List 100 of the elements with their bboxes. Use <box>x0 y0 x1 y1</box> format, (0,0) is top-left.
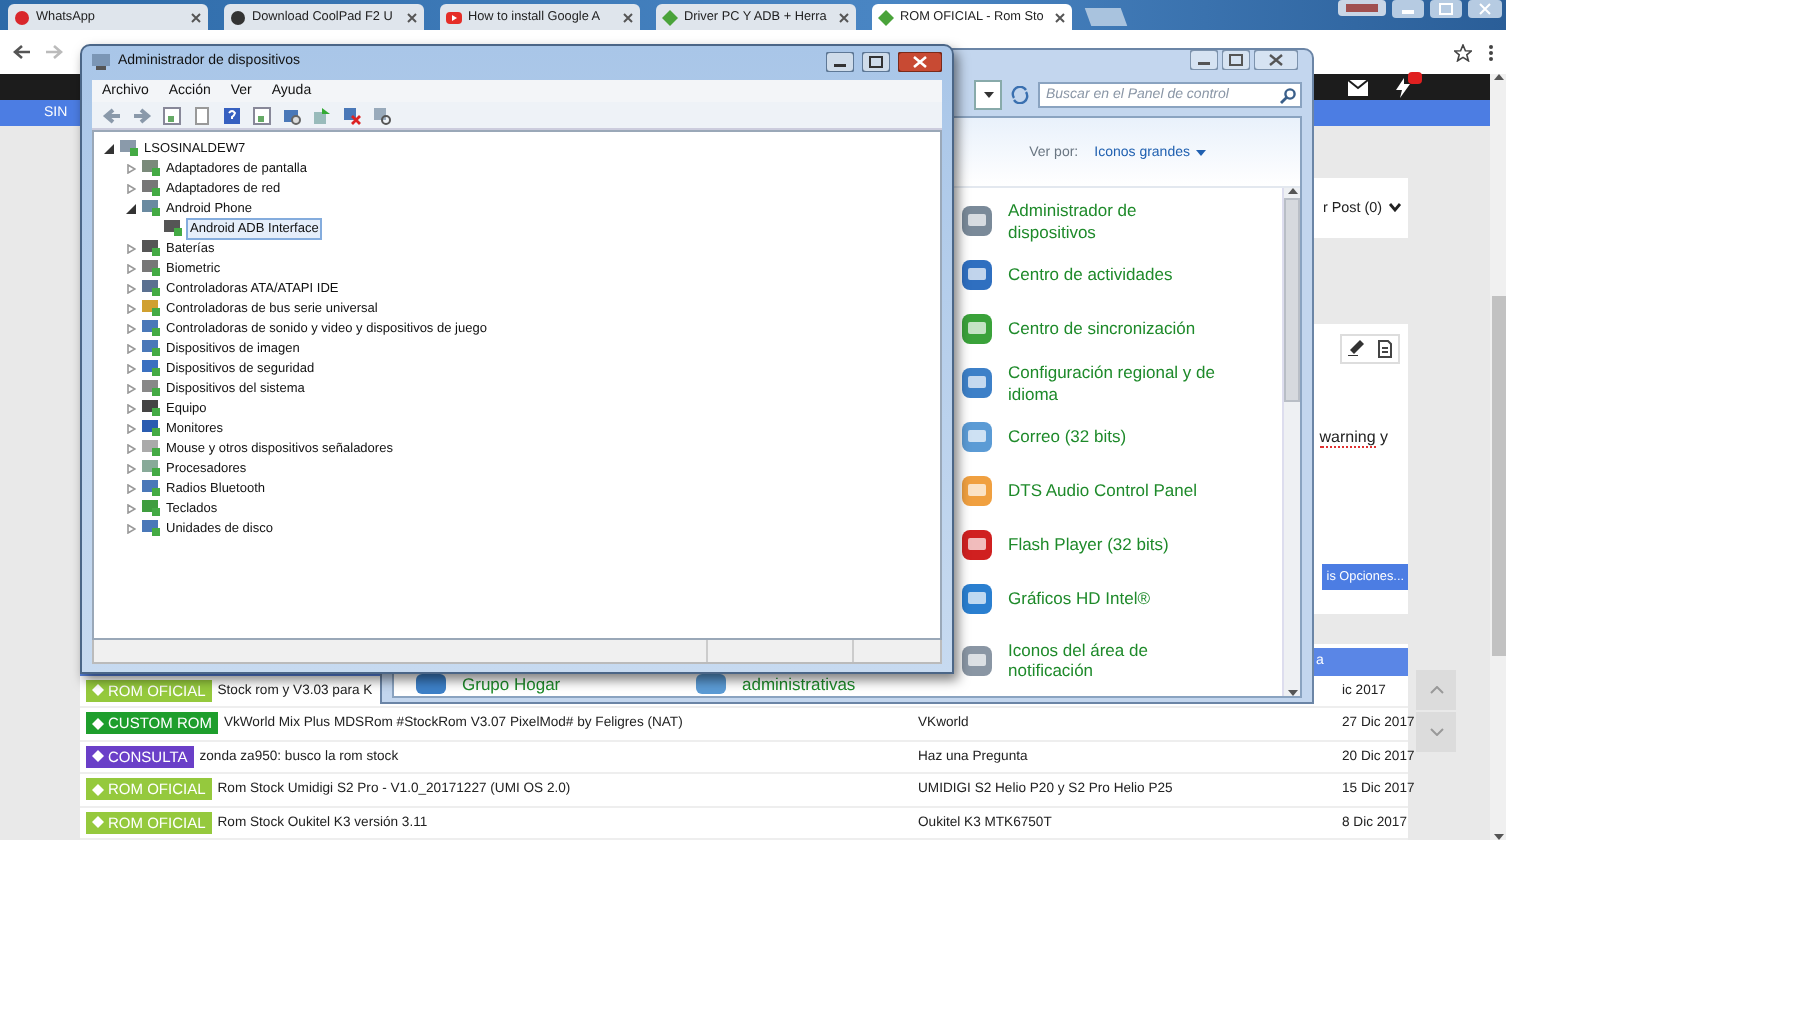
search-icon <box>1280 88 1296 104</box>
scroll-down-arrow-icon[interactable] <box>1493 834 1503 840</box>
site-icon <box>230 9 246 25</box>
collapsed-arrow-icon[interactable] <box>126 523 136 533</box>
collapsed-arrow-icon[interactable] <box>126 383 136 393</box>
refresh-icon[interactable] <box>1010 86 1030 104</box>
page-scrollbar[interactable] <box>1490 74 1506 840</box>
collapsed-arrow-icon[interactable] <box>126 243 136 253</box>
applet-link[interactable]: Centro de sincronización <box>960 302 1282 356</box>
close-icon[interactable] <box>406 11 418 23</box>
device-icon <box>142 400 160 416</box>
collapsed-arrow-icon[interactable] <box>126 363 136 373</box>
collapsed-arrow-icon[interactable] <box>126 183 136 193</box>
applet-icon <box>960 312 994 346</box>
scroll-up-arrow-icon[interactable] <box>1493 74 1503 80</box>
collapsed-arrow-icon[interactable] <box>126 403 136 413</box>
collapsed-arrow-icon[interactable] <box>126 283 136 293</box>
scroll-up-button[interactable] <box>1416 669 1456 709</box>
device-icon <box>142 180 160 196</box>
new-tab-button[interactable] <box>1084 8 1128 26</box>
device-icon <box>164 220 182 236</box>
device-icon <box>142 260 160 276</box>
applet-link[interactable]: Centro de actividades <box>960 248 1282 302</box>
close-icon[interactable] <box>190 11 202 23</box>
collapsed-arrow-icon[interactable] <box>126 303 136 313</box>
scrollbar-thumb[interactable] <box>1284 198 1300 402</box>
collapsed-arrow-icon[interactable] <box>126 483 136 493</box>
star-icon[interactable] <box>1454 43 1472 61</box>
editor-text: warning y <box>1319 427 1388 447</box>
window-icon[interactable] <box>252 105 272 125</box>
minimize-icon[interactable] <box>826 51 854 71</box>
chevron-down-icon[interactable] <box>1388 202 1402 212</box>
close-icon[interactable] <box>1254 50 1298 70</box>
device-icon <box>142 520 160 536</box>
window-icon[interactable] <box>162 105 182 125</box>
chevron-up-icon <box>1429 685 1443 693</box>
scroll-down-button[interactable] <box>1416 711 1456 751</box>
forward-arrow-icon[interactable] <box>132 105 152 125</box>
applet-icon <box>694 674 728 694</box>
eraser-icon[interactable] <box>1348 339 1366 355</box>
device-icon <box>142 500 160 516</box>
document-icon[interactable] <box>1378 339 1392 357</box>
applet-link[interactable]: Flash Player (32 bits) <box>960 518 1282 572</box>
applet-icon <box>960 582 994 616</box>
page-icon[interactable] <box>192 105 212 125</box>
forward-arrow-icon[interactable] <box>46 44 64 60</box>
collapsed-arrow-icon[interactable] <box>126 163 136 173</box>
maximize-icon[interactable] <box>1222 50 1250 70</box>
chevron-down-icon <box>1429 727 1443 735</box>
collapsed-arrow-icon[interactable] <box>126 443 136 453</box>
device-icon <box>142 420 160 436</box>
applet-link[interactable]: DTS Audio Control Panel <box>960 464 1282 518</box>
applet-icon <box>960 474 994 508</box>
device-icon <box>142 480 160 496</box>
profile-badge-icon <box>1338 0 1386 16</box>
device-icon <box>142 240 160 256</box>
disable-icon[interactable] <box>372 105 392 125</box>
applet-link[interactable]: Iconos del área de notificación <box>960 626 1282 694</box>
applet-link[interactable]: Grupo Hogar <box>414 674 694 694</box>
back-arrow-icon[interactable] <box>12 44 30 60</box>
applet-link[interactable]: Gráficos HD Intel® <box>960 572 1282 626</box>
applet-link[interactable]: Configuración regional y de idioma <box>960 356 1282 410</box>
lightning-icon[interactable] <box>1396 77 1410 98</box>
close-icon[interactable] <box>898 51 942 71</box>
minimize-icon[interactable] <box>1190 50 1218 70</box>
diamond-icon <box>92 717 104 730</box>
collapsed-arrow-icon[interactable] <box>126 463 136 473</box>
expanded-arrow-icon[interactable] <box>104 143 114 153</box>
collapsed-arrow-icon[interactable] <box>126 503 136 513</box>
uninstall-icon[interactable] <box>342 105 362 125</box>
applet-link[interactable]: administrativas <box>694 674 960 694</box>
address-dropdown[interactable] <box>974 80 1002 110</box>
scrollbar-thumb[interactable] <box>1491 296 1505 656</box>
device-icon <box>142 160 160 176</box>
expanded-arrow-icon[interactable] <box>126 203 136 213</box>
applet-icon <box>414 674 448 694</box>
site-icon <box>878 9 894 25</box>
collapsed-arrow-icon[interactable] <box>126 343 136 353</box>
scroll-up-arrow-icon[interactable] <box>1287 188 1297 194</box>
menu-icon[interactable] <box>1488 43 1494 61</box>
collapsed-arrow-icon[interactable] <box>126 323 136 333</box>
device-icon <box>142 280 160 296</box>
site-icon <box>14 9 30 25</box>
close-icon[interactable] <box>838 11 850 23</box>
applet-link[interactable]: Correo (32 bits) <box>960 410 1282 464</box>
collapsed-arrow-icon[interactable] <box>126 263 136 273</box>
vertical-scrollbar[interactable] <box>1282 188 1300 696</box>
mail-icon[interactable] <box>1348 79 1368 96</box>
applet-link[interactable]: Administrador de dispositivos <box>960 194 1282 248</box>
applet-icon <box>960 528 994 562</box>
update-icon[interactable] <box>312 105 332 125</box>
maximize-icon[interactable] <box>862 51 890 71</box>
applet-icon <box>960 420 994 454</box>
help-icon[interactable] <box>222 105 242 125</box>
close-icon[interactable] <box>622 11 634 23</box>
scroll-down-arrow-icon[interactable] <box>1287 690 1297 696</box>
site-icon <box>446 9 462 25</box>
scan-icon[interactable] <box>282 105 302 125</box>
close-icon[interactable] <box>1054 11 1066 23</box>
collapsed-arrow-icon[interactable] <box>126 423 136 433</box>
